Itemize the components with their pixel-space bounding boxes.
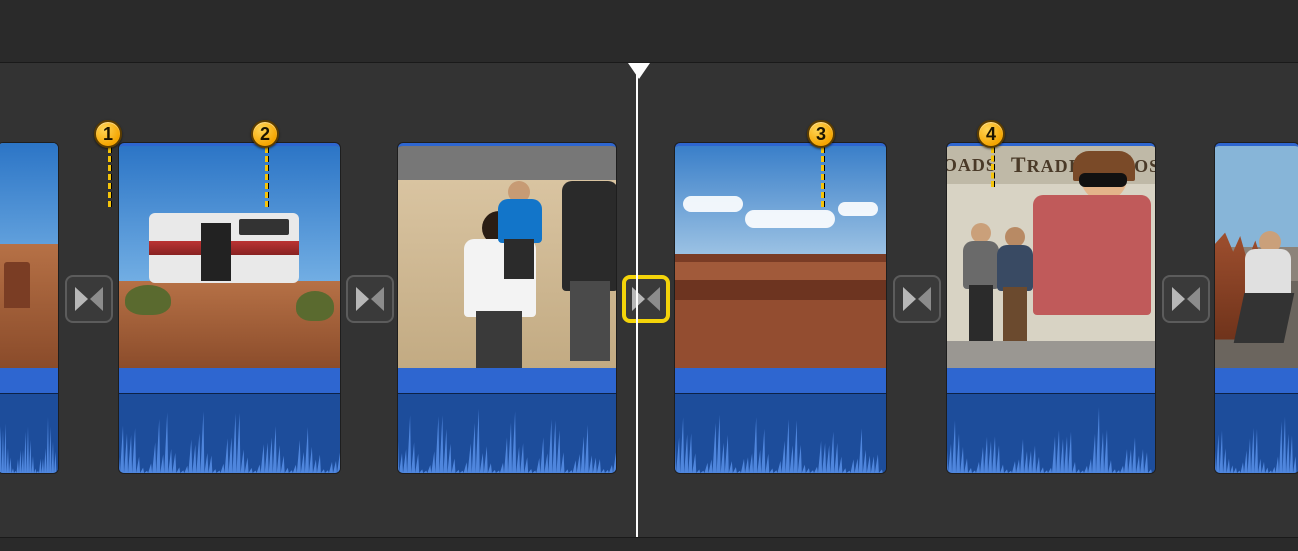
clip-audio-waveform[interactable] — [1215, 368, 1298, 473]
volume-line[interactable] — [0, 393, 58, 394]
clip-thumbnail: ROADS TRADING POST — [947, 146, 1155, 371]
transition-icon[interactable] — [893, 275, 941, 323]
clip-thumbnail — [398, 146, 616, 371]
chapter-marker[interactable]: 3 — [807, 120, 835, 148]
clip-thumbnail — [0, 143, 58, 368]
volume-line[interactable] — [398, 393, 616, 394]
clip-thumbnail — [675, 146, 886, 371]
volume-line[interactable] — [947, 393, 1155, 394]
bottom-bar — [0, 537, 1298, 551]
timeline-clip[interactable] — [0, 143, 58, 473]
transition-icon[interactable] — [65, 275, 113, 323]
timeline-clip[interactable]: ROADS TRADING POST — [947, 143, 1155, 473]
clip-thumbnail — [1215, 146, 1298, 371]
timeline-clip[interactable] — [675, 143, 886, 473]
timeline-clip[interactable] — [398, 143, 616, 473]
chapter-marker[interactable]: 4 — [977, 120, 1005, 148]
transition-icon[interactable] — [622, 275, 670, 323]
volume-line[interactable] — [1215, 393, 1298, 394]
volume-line[interactable] — [675, 393, 886, 394]
clip-audio-waveform[interactable] — [675, 368, 886, 473]
toolbar-area — [0, 0, 1298, 63]
transition-icon[interactable] — [346, 275, 394, 323]
chapter-marker[interactable]: 1 — [94, 120, 122, 148]
clip-audio-waveform[interactable] — [0, 368, 58, 473]
clip-audio-waveform[interactable] — [119, 368, 340, 473]
transition-icon[interactable] — [1162, 275, 1210, 323]
timeline-clip[interactable] — [119, 143, 340, 473]
volume-line[interactable] — [119, 393, 340, 394]
chapter-marker[interactable]: 2 — [251, 120, 279, 148]
clip-audio-waveform[interactable] — [398, 368, 616, 473]
clip-thumbnail — [119, 146, 340, 371]
clip-audio-waveform[interactable] — [947, 368, 1155, 473]
timeline-clip[interactable] — [1215, 143, 1298, 473]
